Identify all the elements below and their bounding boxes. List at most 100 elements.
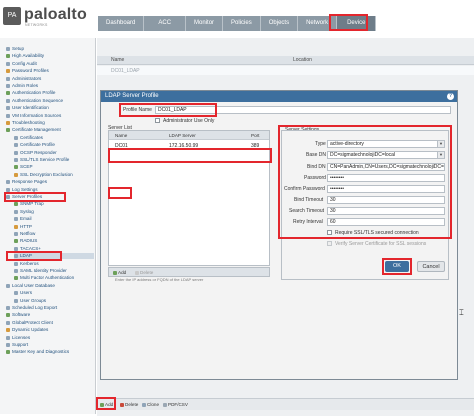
sidebar-item-scheduled-log-export[interactable]: Scheduled Log Export: [6, 305, 94, 311]
sidebar-item-label: GlobalProtect Client: [12, 319, 53, 325]
clone-label: Clone: [147, 402, 160, 407]
server-profiles-highlight: [4, 192, 66, 202]
list-row[interactable]: DC01_LDAP: [97, 66, 474, 75]
sidebar-item-high-availability[interactable]: High Availability: [6, 53, 94, 59]
sidebar-item-label: Kerberos: [20, 260, 39, 266]
sidebar-item-user-groups[interactable]: User Groups: [14, 298, 94, 304]
sidebar-item-troubleshooting[interactable]: Troubleshooting: [6, 120, 94, 126]
help-icon[interactable]: ?: [447, 93, 454, 100]
type-label: Type: [315, 141, 326, 147]
sidebar-item-master-key-and-diagnostics[interactable]: Master Key and Diagnostics: [6, 349, 94, 355]
sidebar-item-ssl-decryption-exclusion[interactable]: SSL Decryption Exclusion: [14, 172, 94, 178]
sidebar-item-label: Response Pages: [12, 179, 47, 185]
tab-objects[interactable]: Objects: [260, 16, 299, 31]
tab-monitor[interactable]: Monitor: [186, 16, 224, 31]
confirm-password-field[interactable]: ••••••••: [327, 185, 445, 193]
sidebar-item-kerberos[interactable]: Kerberos: [14, 261, 94, 267]
sidebar-item-software[interactable]: Software: [6, 312, 94, 318]
sidebar-item-multi-factor-authentication[interactable]: Multi Factor Authentication: [14, 275, 94, 281]
tab-dashboard[interactable]: Dashboard: [98, 16, 145, 31]
sidebar-item-authentication-profile[interactable]: Authentication Profile: [6, 90, 94, 96]
sidebar-item-radius[interactable]: RADIUS: [14, 238, 94, 244]
sidebar-item-snmp-trap[interactable]: SNMP Trap: [14, 201, 94, 207]
server-add-button[interactable]: Add: [113, 270, 126, 275]
key-icon: [6, 69, 10, 74]
sidebar-item-label: Administrators: [12, 75, 42, 81]
delete-button[interactable]: Delete: [120, 402, 138, 407]
role-icon: [6, 84, 10, 88]
chevron-down-icon[interactable]: ▼: [437, 141, 444, 147]
cert-icon: [14, 135, 18, 140]
device-tab-highlight: [329, 14, 368, 31]
db-icon: [6, 283, 10, 288]
server-icon: [14, 276, 18, 281]
mail-icon: [14, 217, 18, 222]
ha-icon: [6, 54, 10, 59]
confirm-password-label: Confirm Password: [284, 186, 325, 192]
server-icon: [14, 261, 18, 266]
sidebar-item-globalprotect-client[interactable]: GlobalProtect Client: [6, 320, 94, 326]
server-col-port[interactable]: Port: [251, 133, 259, 138]
server-col-name[interactable]: Name: [115, 133, 127, 138]
user-icon: [14, 291, 18, 296]
server-icon: [14, 239, 18, 244]
sidebar-item-dynamic-updates[interactable]: Dynamic Updates: [6, 327, 94, 333]
search-timeout-field[interactable]: 30: [327, 207, 445, 215]
admin-use-only-checkbox[interactable]: [155, 118, 160, 123]
sidebar-item-email[interactable]: Email: [14, 216, 94, 222]
sidebar-item-label: Users: [20, 290, 32, 296]
sidebar-item-setup[interactable]: Setup: [6, 46, 94, 52]
cancel-button[interactable]: Cancel: [417, 261, 445, 272]
sidebar-item-label: Setup: [12, 46, 25, 51]
delete-icon: [120, 402, 124, 407]
sidebar-item-scep[interactable]: SCEP: [14, 164, 94, 170]
sidebar-item-response-pages[interactable]: Response Pages: [6, 179, 94, 185]
row-name: DC01_LDAP: [111, 68, 140, 74]
group-icon: [14, 298, 18, 303]
sidebar-item-user-identification[interactable]: User Identification: [6, 105, 94, 111]
sidebar-item-label: Certificate Profile: [20, 142, 55, 148]
tab-policies[interactable]: Policies: [223, 16, 261, 31]
sidebar-item-certificates[interactable]: Certificates: [14, 135, 94, 141]
sidebar-item-support[interactable]: Support: [6, 342, 94, 348]
col-location[interactable]: Location: [293, 57, 312, 63]
server-col-ldap[interactable]: LDAP Server: [169, 133, 196, 138]
sidebar-item-http[interactable]: HTTP: [14, 224, 94, 230]
retry-interval-field[interactable]: 60: [327, 218, 445, 226]
verify-cert-checkbox[interactable]: [327, 241, 332, 246]
sidebar-item-ocsp-responder[interactable]: OCSP Responder: [14, 150, 94, 156]
sidebar-item-label: Support: [12, 342, 29, 347]
sidebar-item-certificate-management[interactable]: Certificate Management: [6, 127, 94, 133]
password-field[interactable]: ••••••••: [327, 174, 445, 182]
sidebar-item-saml-identity-provider[interactable]: SAML Identity Provider: [14, 268, 94, 274]
require-ssl-checkbox[interactable]: [327, 230, 332, 235]
col-name[interactable]: Name: [111, 57, 124, 63]
clone-button[interactable]: Clone: [142, 402, 159, 407]
cert-icon: [14, 165, 18, 170]
sidebar-item-users[interactable]: Users: [14, 290, 94, 296]
bind-dn-field[interactable]: CN=PanAdmin,CN=Users,DC=sigmatechnolojiD…: [327, 163, 445, 171]
base-dn-select[interactable]: DC=sigmatechnolojiDC=local ▼: [327, 151, 445, 159]
sidebar-item-local-user-database[interactable]: Local User Database: [6, 283, 94, 289]
sidebar-item-syslog[interactable]: Syslog: [14, 209, 94, 215]
sidebar-item-admin-roles[interactable]: Admin Roles: [6, 83, 94, 89]
logo-brand: paloalto: [24, 6, 87, 23]
sidebar-item-label: Dynamic Updates: [12, 327, 49, 333]
sidebar-item-vm-information-sources[interactable]: VM Information Sources: [6, 113, 94, 119]
sidebar-item-netflow[interactable]: Netflow: [14, 231, 94, 237]
sidebar-item-label: User Groups: [20, 297, 47, 303]
tab-acc[interactable]: ACC: [144, 16, 187, 31]
bind-timeout-field[interactable]: 30: [327, 196, 445, 204]
pdf-csv-button[interactable]: PDF/CSV: [163, 402, 188, 407]
sidebar-item-ssl-tls-service-profile[interactable]: SSL/TLS Service Profile: [14, 157, 94, 163]
type-select[interactable]: active-directory ▼: [327, 140, 445, 148]
sidebar-item-certificate-profile[interactable]: Certificate Profile: [14, 142, 94, 148]
sidebar-item-password-profiles[interactable]: Password Profiles: [6, 68, 94, 74]
sidebar-item-label: SNMP Trap: [20, 201, 44, 207]
chevron-down-icon[interactable]: ▼: [437, 152, 444, 158]
sidebar-item-config-audit[interactable]: Config Audit: [6, 61, 94, 67]
server-delete-button[interactable]: Delete: [135, 270, 153, 275]
sidebar-item-authentication-sequence[interactable]: Authentication Sequence: [6, 98, 94, 104]
sidebar-item-licenses[interactable]: Licenses: [6, 335, 94, 341]
sidebar-item-administrators[interactable]: Administrators: [6, 76, 94, 82]
